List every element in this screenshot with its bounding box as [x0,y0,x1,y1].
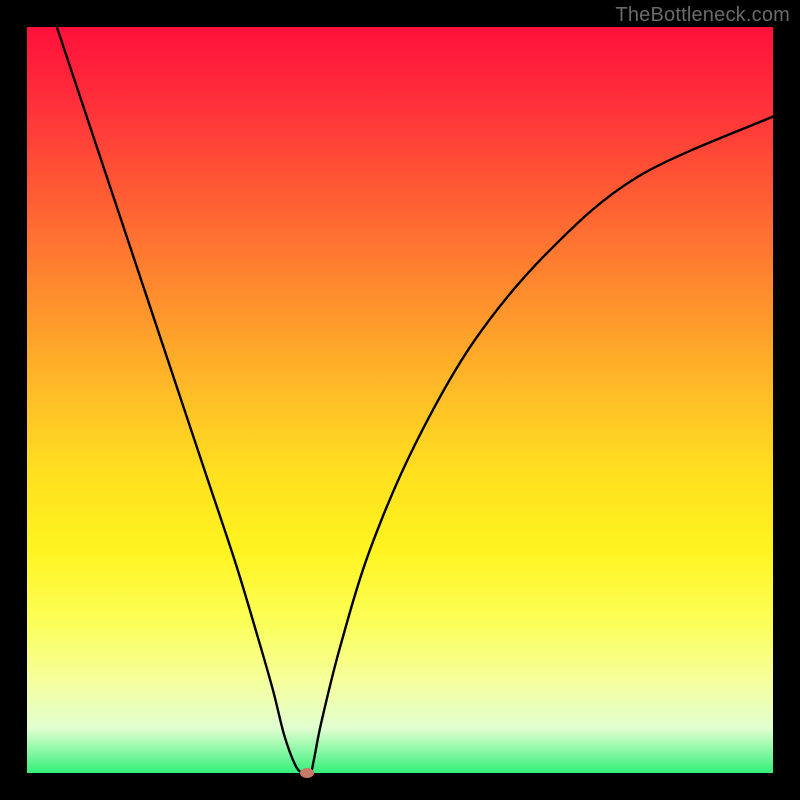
watermark-text: TheBottleneck.com [615,4,790,27]
minimum-marker [300,768,314,778]
line-curve [27,27,773,773]
chart-frame: TheBottleneck.com [0,0,800,800]
plot-area [27,27,773,773]
